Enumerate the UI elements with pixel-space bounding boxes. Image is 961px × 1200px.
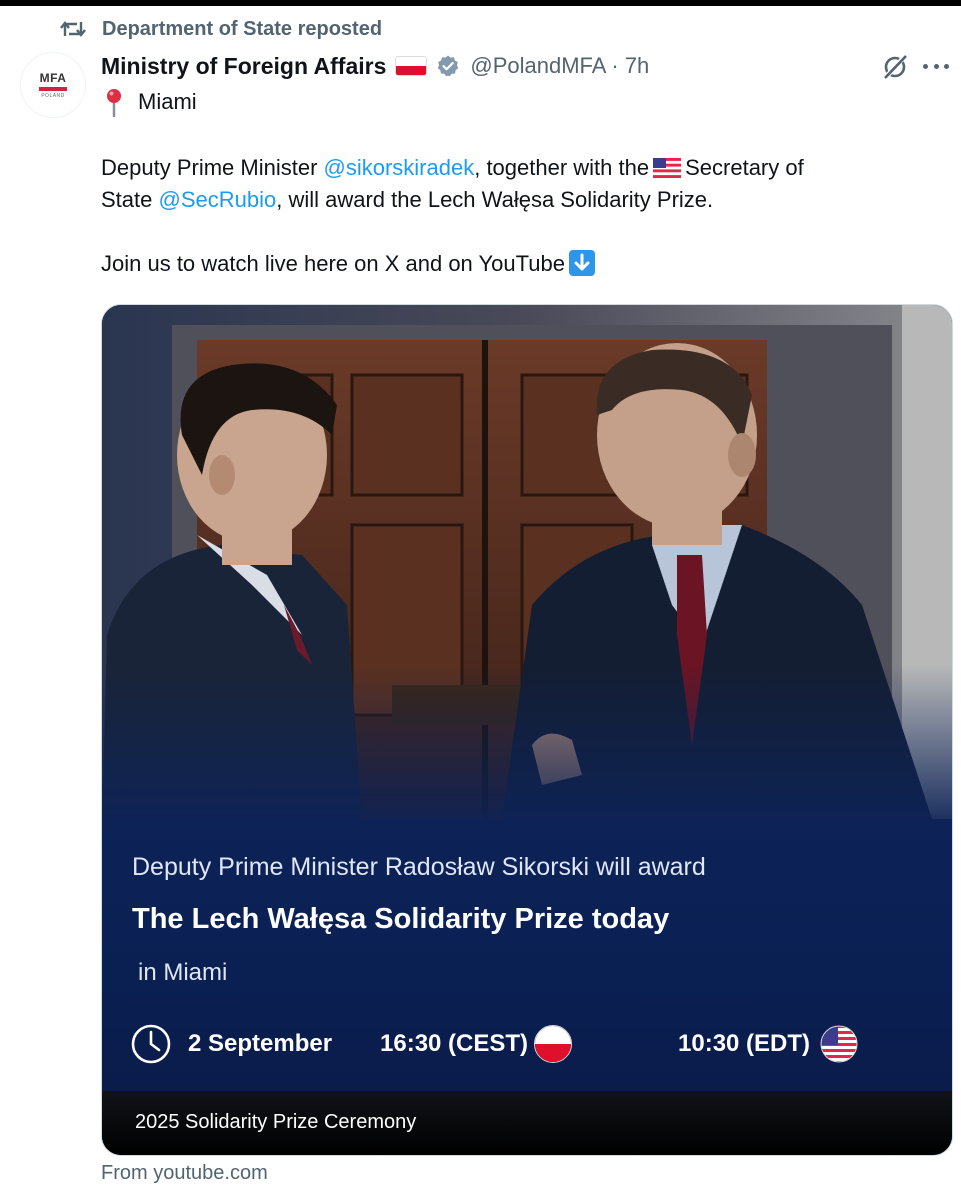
tweet-text-segment: , together with the (474, 155, 650, 180)
us-flag-circle-icon (820, 1025, 858, 1063)
us-flag-icon (653, 158, 682, 178)
event-time-edt: 10:30 (EDT) (678, 1030, 811, 1057)
tweet-text-segment: State (101, 187, 159, 212)
mention-link[interactable]: @SecRubio (158, 187, 276, 212)
poland-flag-icon (396, 57, 427, 75)
more-dot (923, 63, 928, 69)
location-line: Miami (104, 86, 197, 118)
tweet-text-segment: Join us to watch live here on X and on Y… (101, 251, 565, 276)
repost-icon (60, 21, 86, 37)
more-dot (933, 63, 939, 69)
handle-and-timestamp[interactable]: @PolandMFA · 7h (470, 53, 649, 79)
grok-icon[interactable] (880, 52, 910, 82)
card-footer[interactable]: 2025 Solidarity Prize Ceremony (102, 1091, 952, 1155)
tweet-line: Deputy Prime Minister @sikorskiradek, to… (101, 152, 941, 184)
account-name[interactable]: Ministry of Foreign Affairs (101, 53, 386, 80)
youtube-link-card[interactable]: Deputy Prime Minister Radosław Sikorski … (101, 304, 953, 1156)
card-banner: Deputy Prime Minister Radosław Sikorski … (102, 819, 952, 1091)
avatar[interactable]: MFA POLAND (20, 52, 86, 118)
top-edge-bar (0, 0, 961, 6)
avatar-logo-subtext: POLAND (41, 93, 65, 99)
banner-subtitle: Deputy Prime Minister Radosław Sikorski … (132, 853, 706, 881)
more-icon[interactable] (920, 55, 952, 77)
down-arrow-glyph (574, 253, 590, 271)
avatar-logo-text: MFA (39, 71, 67, 85)
down-arrow-icon (568, 250, 595, 276)
round-pushpin-icon (107, 89, 121, 117)
tweet-text-segment: , will award the Lech Wałęsa Solidarity … (276, 187, 714, 212)
mention-link[interactable]: @sikorskiradek (324, 155, 475, 180)
location-text: Miami (138, 89, 197, 114)
repost-indicator[interactable]: Department of State reposted (60, 14, 382, 44)
tweet-body: Deputy Prime Minister @sikorskiradek, to… (101, 152, 941, 280)
repost-label[interactable]: Department of State reposted (102, 18, 382, 41)
avatar-logo-stripe (39, 87, 67, 91)
card-source-domain[interactable]: From youtube.com (101, 1162, 268, 1185)
verified-badge-icon[interactable] (436, 54, 460, 78)
clock-icon (131, 1024, 171, 1064)
card-photo (102, 305, 952, 819)
banner-location: in Miami (138, 959, 228, 986)
tweet-text-segment: Secretary of (685, 155, 804, 180)
card-title[interactable]: 2025 Solidarity Prize Ceremony (135, 1111, 416, 1134)
event-date: 2 September (188, 1030, 333, 1057)
banner-schedule: 2 September 16:30 (CEST) 10:30 (EDT) (130, 1021, 930, 1065)
banner-headline: The Lech Wałęsa Solidarity Prize today (132, 903, 670, 935)
tweet-text-segment: Deputy Prime Minister (101, 155, 324, 180)
event-time-cest: 16:30 (CEST) (380, 1030, 529, 1057)
tweet-line: Join us to watch live here on X and on Y… (101, 248, 941, 280)
poland-flag-circle-icon (534, 1025, 572, 1063)
more-dot (944, 63, 949, 69)
tweet-line: State @SecRubio, will award the Lech Wał… (101, 184, 941, 216)
tweet-header: Ministry of Foreign Affairs @PolandMFA ·… (101, 50, 649, 82)
